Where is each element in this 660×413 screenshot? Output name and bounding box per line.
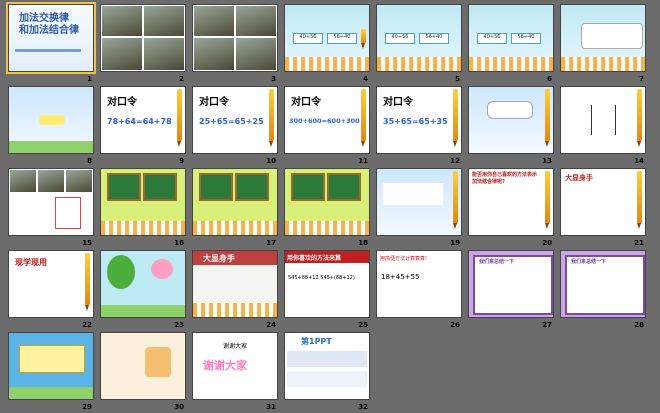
- slide-number: 7: [639, 75, 644, 83]
- slide-thumb-21[interactable]: 大显身手 21: [560, 168, 653, 249]
- slide-thumb-26[interactable]: 用简便方法计算算算! 18+45+55 26: [376, 250, 469, 331]
- slide-number: 20: [542, 239, 552, 247]
- slide-thumb-2[interactable]: 2: [100, 4, 193, 85]
- slide-title: 加法交换律 和加法结合律: [19, 13, 79, 36]
- slide-thumb-14[interactable]: 14: [560, 86, 653, 167]
- slide-thumb-16[interactable]: 16: [100, 168, 193, 249]
- slide-number: 22: [82, 321, 92, 329]
- slide-thumb-20[interactable]: 能否用你自己喜欢的方法表示加法结合律呢? 20: [468, 168, 561, 249]
- slide-number: 4: [363, 75, 368, 83]
- slide-thumb-3[interactable]: 3: [192, 4, 285, 85]
- slide-thumb-11[interactable]: 对口令 300+600=600+300 11: [284, 86, 377, 167]
- slide-thumb-9[interactable]: 对口令 78+64=64+78 9: [100, 86, 193, 167]
- slide-thumb-15[interactable]: 15: [8, 168, 101, 249]
- slide-thumb-29[interactable]: 29: [8, 332, 101, 413]
- slide-thumb-18[interactable]: 18: [284, 168, 377, 249]
- slide-thumb-24[interactable]: 大显身手 24: [192, 250, 285, 331]
- slide-thumb-4[interactable]: 40+56 56+40 4: [284, 4, 377, 85]
- slide-number: 5: [455, 75, 460, 83]
- slide-number: 1: [87, 75, 92, 83]
- slide-number: 2: [179, 75, 184, 83]
- slide-sorter-grid: 加法交换律 和加法结合律 1 2 3 40+56 56+40 4 40+56 5…: [0, 0, 660, 413]
- slide-number: 6: [547, 75, 552, 83]
- slide-number: 25: [358, 321, 368, 329]
- slide-thumb-13[interactable]: 13: [468, 86, 561, 167]
- slide-number: 8: [87, 157, 92, 165]
- slide-number: 21: [634, 239, 644, 247]
- slide-number: 28: [634, 321, 644, 329]
- slide-number: 9: [179, 157, 184, 165]
- slide-number: 24: [266, 321, 276, 329]
- slide-thumb-32[interactable]: 第1PPT 32: [284, 332, 377, 413]
- slide-thumb-30[interactable]: 30: [100, 332, 193, 413]
- slide-number: 26: [450, 321, 460, 329]
- slide-number: 18: [358, 239, 368, 247]
- slide-number: 12: [450, 157, 460, 165]
- slide-thumb-10[interactable]: 对口令 25+65=65+25 10: [192, 86, 285, 167]
- slide-thumb-8[interactable]: 8: [8, 86, 101, 167]
- slide-number: 11: [358, 157, 368, 165]
- slide-thumb-22[interactable]: 现学现用 22: [8, 250, 101, 331]
- slide-number: 17: [266, 239, 276, 247]
- slide-thumb-23[interactable]: 23: [100, 250, 193, 331]
- slide-thumb-12[interactable]: 对口令 35+65=65+35 12: [376, 86, 469, 167]
- slide-number: 10: [266, 157, 276, 165]
- slide-number: 23: [174, 321, 184, 329]
- slide-number: 16: [174, 239, 184, 247]
- slide-thumb-27[interactable]: 我们来总结一下 27: [468, 250, 561, 331]
- slide-number: 3: [271, 75, 276, 83]
- slide-number: 13: [542, 157, 552, 165]
- slide-number: 14: [634, 157, 644, 165]
- slide-thumb-5[interactable]: 40+56 56+40 5: [376, 4, 469, 85]
- slide-number: 19: [450, 239, 460, 247]
- slide-thumb-17[interactable]: 17: [192, 168, 285, 249]
- slide-thumb-28[interactable]: 我们来总结一下 28: [560, 250, 653, 331]
- slide-thumb-31[interactable]: 谢谢大家 谢谢大家 31: [192, 332, 285, 413]
- slide-thumb-19[interactable]: 19: [376, 168, 469, 249]
- slide-number: 27: [542, 321, 552, 329]
- slide-thumb-25[interactable]: 用你喜欢的方法来算 545+88+12 545+(88+12) 25: [284, 250, 377, 331]
- slide-thumb-7[interactable]: 7: [560, 4, 653, 85]
- slide-thumb-6[interactable]: 40+56 56+40 6: [468, 4, 561, 85]
- slide-thumb-1[interactable]: 加法交换律 和加法结合律 1: [6, 2, 101, 85]
- slide-number: 15: [82, 239, 92, 247]
